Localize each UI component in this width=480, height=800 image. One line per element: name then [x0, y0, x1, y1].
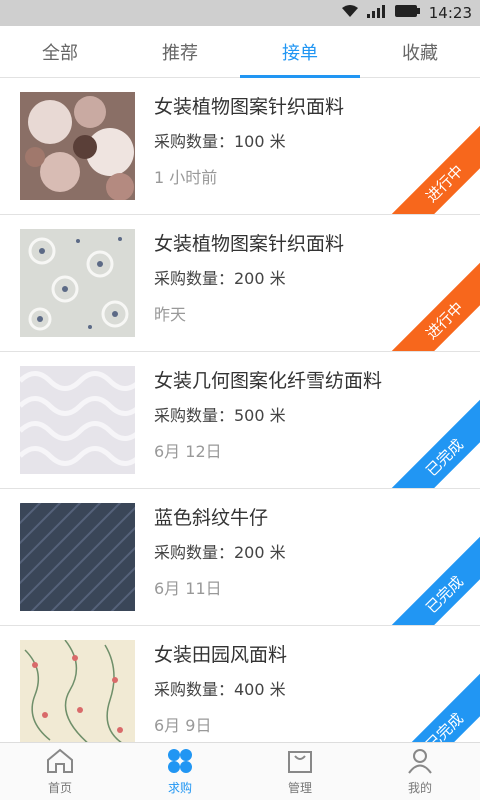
nav-home[interactable]: 首页	[0, 743, 120, 800]
nav-manage[interactable]: 管理	[240, 743, 360, 800]
item-time: 6月 11日	[154, 579, 222, 598]
nav-profile-label: 我的	[407, 780, 432, 795]
item-time: 6月 9日	[154, 716, 212, 735]
fabric-thumbnail	[20, 229, 135, 337]
status-badge: 进行中	[383, 259, 480, 351]
user-icon	[406, 748, 434, 777]
status-badge: 进行中	[383, 122, 480, 214]
status-badge: 已完成	[383, 533, 480, 625]
top-tabs: 全部 推荐 接单 收藏	[0, 26, 480, 78]
item-quantity: 采购数量：500 米	[154, 406, 286, 425]
item-quantity: 采购数量：400 米	[154, 680, 286, 699]
status-bar: 14:23	[0, 0, 480, 26]
item-quantity: 采购数量：100 米	[154, 132, 286, 151]
wifi-icon	[341, 4, 359, 22]
fabric-thumbnail	[20, 366, 135, 474]
nav-purchase[interactable]: 求购	[120, 743, 240, 800]
item-quantity: 采购数量：200 米	[154, 543, 286, 562]
fabric-thumbnail	[20, 92, 135, 200]
fabric-thumbnail	[20, 640, 135, 742]
signal-icon	[366, 4, 387, 22]
order-list[interactable]: 女装植物图案针织面料 采购数量：100 米 1 小时前 进行中 女装植物图案针织…	[0, 78, 480, 742]
nav-manage-label: 管理	[287, 780, 312, 795]
item-title: 女装田园风面料	[154, 644, 288, 666]
list-item[interactable]: 女装几何图案化纤雪纺面料 采购数量：500 米 6月 12日 已完成	[0, 352, 480, 489]
status-badge: 已完成	[383, 396, 480, 488]
tab-recommended[interactable]: 推荐	[120, 26, 240, 77]
list-item[interactable]: 女装植物图案针织面料 采购数量：100 米 1 小时前 进行中	[0, 78, 480, 215]
item-time: 6月 12日	[154, 442, 222, 461]
bag-icon	[286, 748, 314, 777]
item-time: 昨天	[154, 305, 187, 324]
item-title: 女装植物图案针织面料	[154, 233, 345, 255]
nav-purchase-label: 求购	[167, 780, 192, 795]
list-item[interactable]: 蓝色斜纹牛仔 采购数量：200 米 6月 11日 已完成	[0, 489, 480, 626]
bottom-nav: 首页 求购 管理 我的	[0, 742, 480, 800]
nav-profile[interactable]: 我的	[360, 743, 480, 800]
nav-home-label: 首页	[47, 780, 72, 795]
fabric-thumbnail	[20, 503, 135, 611]
status-badge: 已完成	[383, 670, 480, 742]
status-time: 14:23	[428, 4, 472, 22]
item-title: 女装几何图案化纤雪纺面料	[154, 370, 383, 392]
item-quantity: 采购数量：200 米	[154, 269, 286, 288]
tab-favorites[interactable]: 收藏	[360, 26, 480, 77]
item-title: 蓝色斜纹牛仔	[154, 507, 269, 529]
item-title: 女装植物图案针织面料	[154, 96, 345, 118]
battery-icon	[394, 4, 421, 22]
list-item[interactable]: 女装田园风面料 采购数量：400 米 6月 9日 已完成	[0, 626, 480, 742]
clover-icon	[166, 748, 194, 777]
tab-all[interactable]: 全部	[0, 26, 120, 77]
home-icon	[45, 748, 75, 777]
item-time: 1 小时前	[154, 168, 218, 187]
tab-orders[interactable]: 接单	[240, 26, 360, 78]
list-item[interactable]: 女装植物图案针织面料 采购数量：200 米 昨天 进行中	[0, 215, 480, 352]
